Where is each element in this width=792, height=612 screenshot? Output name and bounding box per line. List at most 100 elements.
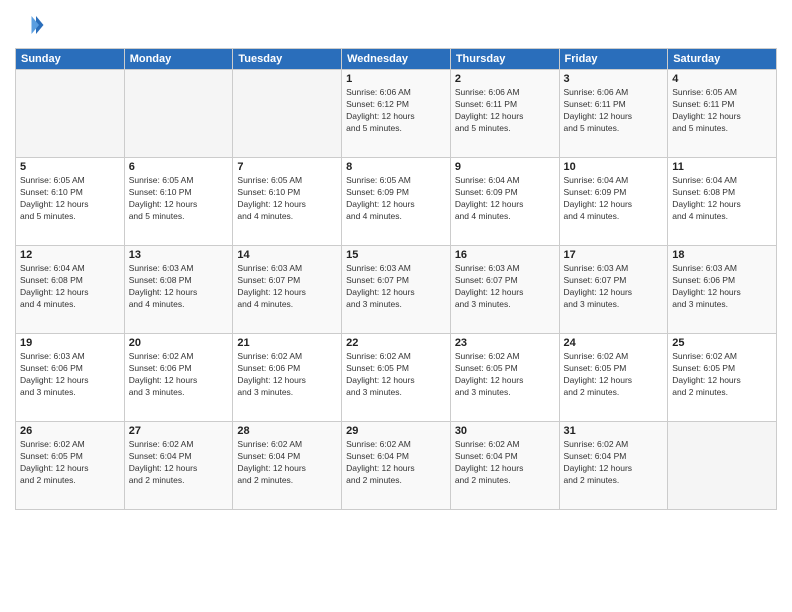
day-info: Sunrise: 6:02 AM Sunset: 6:04 PM Dayligh… [129,439,229,487]
day-info: Sunrise: 6:05 AM Sunset: 6:09 PM Dayligh… [346,175,446,223]
day-number: 16 [455,249,555,261]
day-info: Sunrise: 6:03 AM Sunset: 6:07 PM Dayligh… [237,263,337,311]
day-info: Sunrise: 6:03 AM Sunset: 6:06 PM Dayligh… [20,351,120,399]
day-number: 2 [455,73,555,85]
calendar-cell: 7 Sunrise: 6:05 AM Sunset: 6:10 PM Daylig… [233,158,342,246]
calendar-cell: 23 Sunrise: 6:02 AM Sunset: 6:05 PM Dayli… [450,334,559,422]
day-number: 24 [564,337,664,349]
calendar-week-4: 19 Sunrise: 6:03 AM Sunset: 6:06 PM Dayli… [16,334,777,422]
day-number: 28 [237,425,337,437]
day-number: 7 [237,161,337,173]
calendar-cell: 20 Sunrise: 6:02 AM Sunset: 6:06 PM Dayli… [124,334,233,422]
day-info: Sunrise: 6:05 AM Sunset: 6:10 PM Dayligh… [129,175,229,223]
calendar-cell: 27 Sunrise: 6:02 AM Sunset: 6:04 PM Dayli… [124,422,233,510]
calendar-header-row: SundayMondayTuesdayWednesdayThursdayFrid… [16,49,777,70]
day-info: Sunrise: 6:02 AM Sunset: 6:04 PM Dayligh… [455,439,555,487]
day-number: 4 [672,73,772,85]
day-info: Sunrise: 6:04 AM Sunset: 6:09 PM Dayligh… [564,175,664,223]
day-number: 29 [346,425,446,437]
day-info: Sunrise: 6:02 AM Sunset: 6:05 PM Dayligh… [564,351,664,399]
day-number: 26 [20,425,120,437]
calendar-cell [124,70,233,158]
day-number: 6 [129,161,229,173]
day-number: 31 [564,425,664,437]
calendar-cell: 17 Sunrise: 6:03 AM Sunset: 6:07 PM Dayli… [559,246,668,334]
calendar-cell: 3 Sunrise: 6:06 AM Sunset: 6:11 PM Daylig… [559,70,668,158]
calendar-cell: 15Sunrise: 6:03 AM Sunset: 6:07 PM Dayli… [342,246,451,334]
calendar-cell: 4 Sunrise: 6:05 AM Sunset: 6:11 PM Daylig… [668,70,777,158]
day-number: 3 [564,73,664,85]
day-number: 5 [20,161,120,173]
calendar-cell: 24 Sunrise: 6:02 AM Sunset: 6:05 PM Dayli… [559,334,668,422]
weekday-header-tuesday: Tuesday [233,49,342,70]
day-number: 25 [672,337,772,349]
calendar-cell: 29 Sunrise: 6:02 AM Sunset: 6:04 PM Dayli… [342,422,451,510]
calendar-cell: 5 Sunrise: 6:05 AM Sunset: 6:10 PM Daylig… [16,158,125,246]
weekday-header-friday: Friday [559,49,668,70]
day-number: 14 [237,249,337,261]
page: SundayMondayTuesdayWednesdayThursdayFrid… [0,0,792,612]
calendar-week-3: 12 Sunrise: 6:04 AM Sunset: 6:08 PM Dayli… [16,246,777,334]
day-info: Sunrise: 6:04 AM Sunset: 6:08 PM Dayligh… [672,175,772,223]
calendar-cell: 18 Sunrise: 6:03 AM Sunset: 6:06 PM Dayli… [668,246,777,334]
weekday-header-sunday: Sunday [16,49,125,70]
day-info: Sunrise: 6:02 AM Sunset: 6:05 PM Dayligh… [20,439,120,487]
logo [15,10,49,40]
day-number: 8 [346,161,446,173]
calendar-cell [668,422,777,510]
calendar-cell: 22Sunrise: 6:02 AM Sunset: 6:05 PM Dayli… [342,334,451,422]
day-info: Sunrise: 6:02 AM Sunset: 6:06 PM Dayligh… [129,351,229,399]
day-number: 12 [20,249,120,261]
day-number: 17 [564,249,664,261]
day-info: Sunrise: 6:02 AM Sunset: 6:06 PM Dayligh… [237,351,337,399]
calendar-week-2: 5 Sunrise: 6:05 AM Sunset: 6:10 PM Daylig… [16,158,777,246]
day-info: Sunrise: 6:03 AM Sunset: 6:08 PM Dayligh… [129,263,229,311]
calendar-cell: 13 Sunrise: 6:03 AM Sunset: 6:08 PM Dayli… [124,246,233,334]
calendar-cell: 31Sunrise: 6:02 AM Sunset: 6:04 PM Dayli… [559,422,668,510]
day-info: Sunrise: 6:03 AM Sunset: 6:06 PM Dayligh… [672,263,772,311]
day-info: Sunrise: 6:03 AM Sunset: 6:07 PM Dayligh… [564,263,664,311]
day-info: Sunrise: 6:02 AM Sunset: 6:05 PM Dayligh… [455,351,555,399]
calendar-cell: 9 Sunrise: 6:04 AM Sunset: 6:09 PM Daylig… [450,158,559,246]
day-info: Sunrise: 6:05 AM Sunset: 6:10 PM Dayligh… [20,175,120,223]
day-info: Sunrise: 6:02 AM Sunset: 6:04 PM Dayligh… [237,439,337,487]
calendar-cell [233,70,342,158]
day-number: 18 [672,249,772,261]
day-info: Sunrise: 6:05 AM Sunset: 6:11 PM Dayligh… [672,87,772,135]
day-info: Sunrise: 6:05 AM Sunset: 6:10 PM Dayligh… [237,175,337,223]
logo-icon [15,10,45,40]
calendar-cell: 28 Sunrise: 6:02 AM Sunset: 6:04 PM Dayli… [233,422,342,510]
day-number: 13 [129,249,229,261]
calendar-cell: 12 Sunrise: 6:04 AM Sunset: 6:08 PM Dayli… [16,246,125,334]
day-info: Sunrise: 6:04 AM Sunset: 6:09 PM Dayligh… [455,175,555,223]
day-number: 20 [129,337,229,349]
weekday-header-monday: Monday [124,49,233,70]
day-number: 1 [346,73,446,85]
day-info: Sunrise: 6:06 AM Sunset: 6:12 PM Dayligh… [346,87,446,135]
calendar-cell: 2 Sunrise: 6:06 AM Sunset: 6:11 PM Daylig… [450,70,559,158]
day-number: 27 [129,425,229,437]
weekday-header-thursday: Thursday [450,49,559,70]
day-info: Sunrise: 6:03 AM Sunset: 6:07 PM Dayligh… [455,263,555,311]
day-info: Sunrise: 6:02 AM Sunset: 6:04 PM Dayligh… [346,439,446,487]
calendar-cell: 25 Sunrise: 6:02 AM Sunset: 6:05 PM Dayli… [668,334,777,422]
day-info: Sunrise: 6:04 AM Sunset: 6:08 PM Dayligh… [20,263,120,311]
day-number: 19 [20,337,120,349]
calendar-week-5: 26 Sunrise: 6:02 AM Sunset: 6:05 PM Dayli… [16,422,777,510]
day-number: 23 [455,337,555,349]
weekday-header-saturday: Saturday [668,49,777,70]
calendar-cell: 16 Sunrise: 6:03 AM Sunset: 6:07 PM Dayli… [450,246,559,334]
day-number: 10 [564,161,664,173]
calendar-cell: 19 Sunrise: 6:03 AM Sunset: 6:06 PM Dayli… [16,334,125,422]
calendar-cell: 11Sunrise: 6:04 AM Sunset: 6:08 PM Dayli… [668,158,777,246]
day-number: 22 [346,337,446,349]
day-info: Sunrise: 6:02 AM Sunset: 6:05 PM Dayligh… [672,351,772,399]
day-info: Sunrise: 6:06 AM Sunset: 6:11 PM Dayligh… [455,87,555,135]
calendar-cell: 30Sunrise: 6:02 AM Sunset: 6:04 PM Dayli… [450,422,559,510]
calendar-cell [16,70,125,158]
day-number: 9 [455,161,555,173]
day-info: Sunrise: 6:06 AM Sunset: 6:11 PM Dayligh… [564,87,664,135]
day-number: 15 [346,249,446,261]
calendar-cell: 8 Sunrise: 6:05 AM Sunset: 6:09 PM Daylig… [342,158,451,246]
calendar-cell: 21Sunrise: 6:02 AM Sunset: 6:06 PM Dayli… [233,334,342,422]
